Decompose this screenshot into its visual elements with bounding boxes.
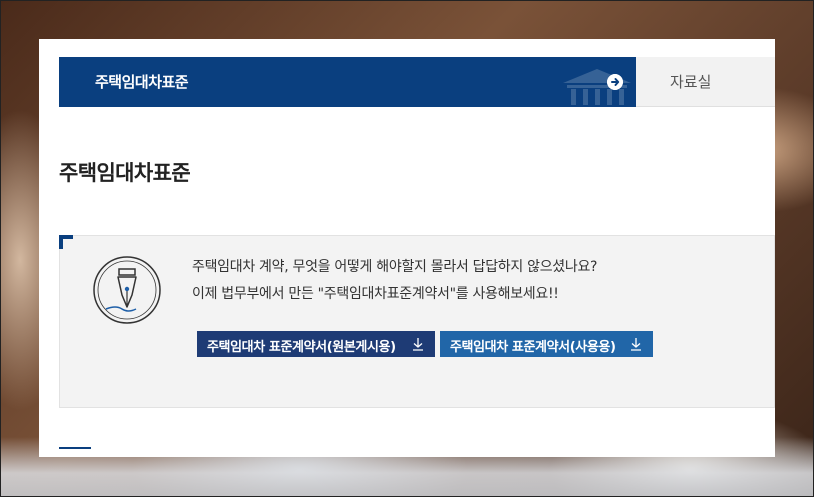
tab-label: 자료실 <box>670 73 712 91</box>
info-text-line-2: 이제 법무부에서 만든 "주택임대차표준계약서"를 사용해보세요!! <box>192 286 559 302</box>
section-divider-accent <box>59 447 91 449</box>
tab-label: 주택임대차표준 <box>95 73 189 91</box>
download-icon <box>413 338 423 351</box>
corner-accent <box>59 235 73 249</box>
bank-building-icon <box>563 69 631 105</box>
tab-housing-lease-standard[interactable]: 주택임대차표준 <box>59 57 636 107</box>
tab-resources[interactable]: 자료실 <box>636 57 775 107</box>
tab-bar: 주택임대차표준 자료실 <box>59 57 775 107</box>
info-box: 주택임대차 계약, 무엇을 어떻게 해야할지 몰라서 답답하지 않으셨나요? 이… <box>59 235 775 408</box>
info-text-line-1: 주택임대차 계약, 무엇을 어떻게 해야할지 몰라서 답답하지 않으셨나요? <box>192 259 598 275</box>
download-user-button[interactable]: 주택임대차 표준계약서(사용용) <box>440 331 653 357</box>
download-original-button[interactable]: 주택임대차 표준계약서(원본게시용) <box>197 331 435 357</box>
download-icon <box>631 338 641 351</box>
arrow-right-circle-icon[interactable] <box>607 74 623 90</box>
download-original-label: 주택임대차 표준계약서(원본게시용) <box>207 340 396 355</box>
content-panel: 주택임대차표준 자료실 주택임대차표준 주택임대차 계약, 무엇을 어떻게 해야… <box>39 39 775 457</box>
page-title: 주택임대차표준 <box>59 161 191 185</box>
fountain-pen-icon <box>93 256 161 324</box>
download-user-label: 주택임대차 표준계약서(사용용) <box>450 340 616 355</box>
